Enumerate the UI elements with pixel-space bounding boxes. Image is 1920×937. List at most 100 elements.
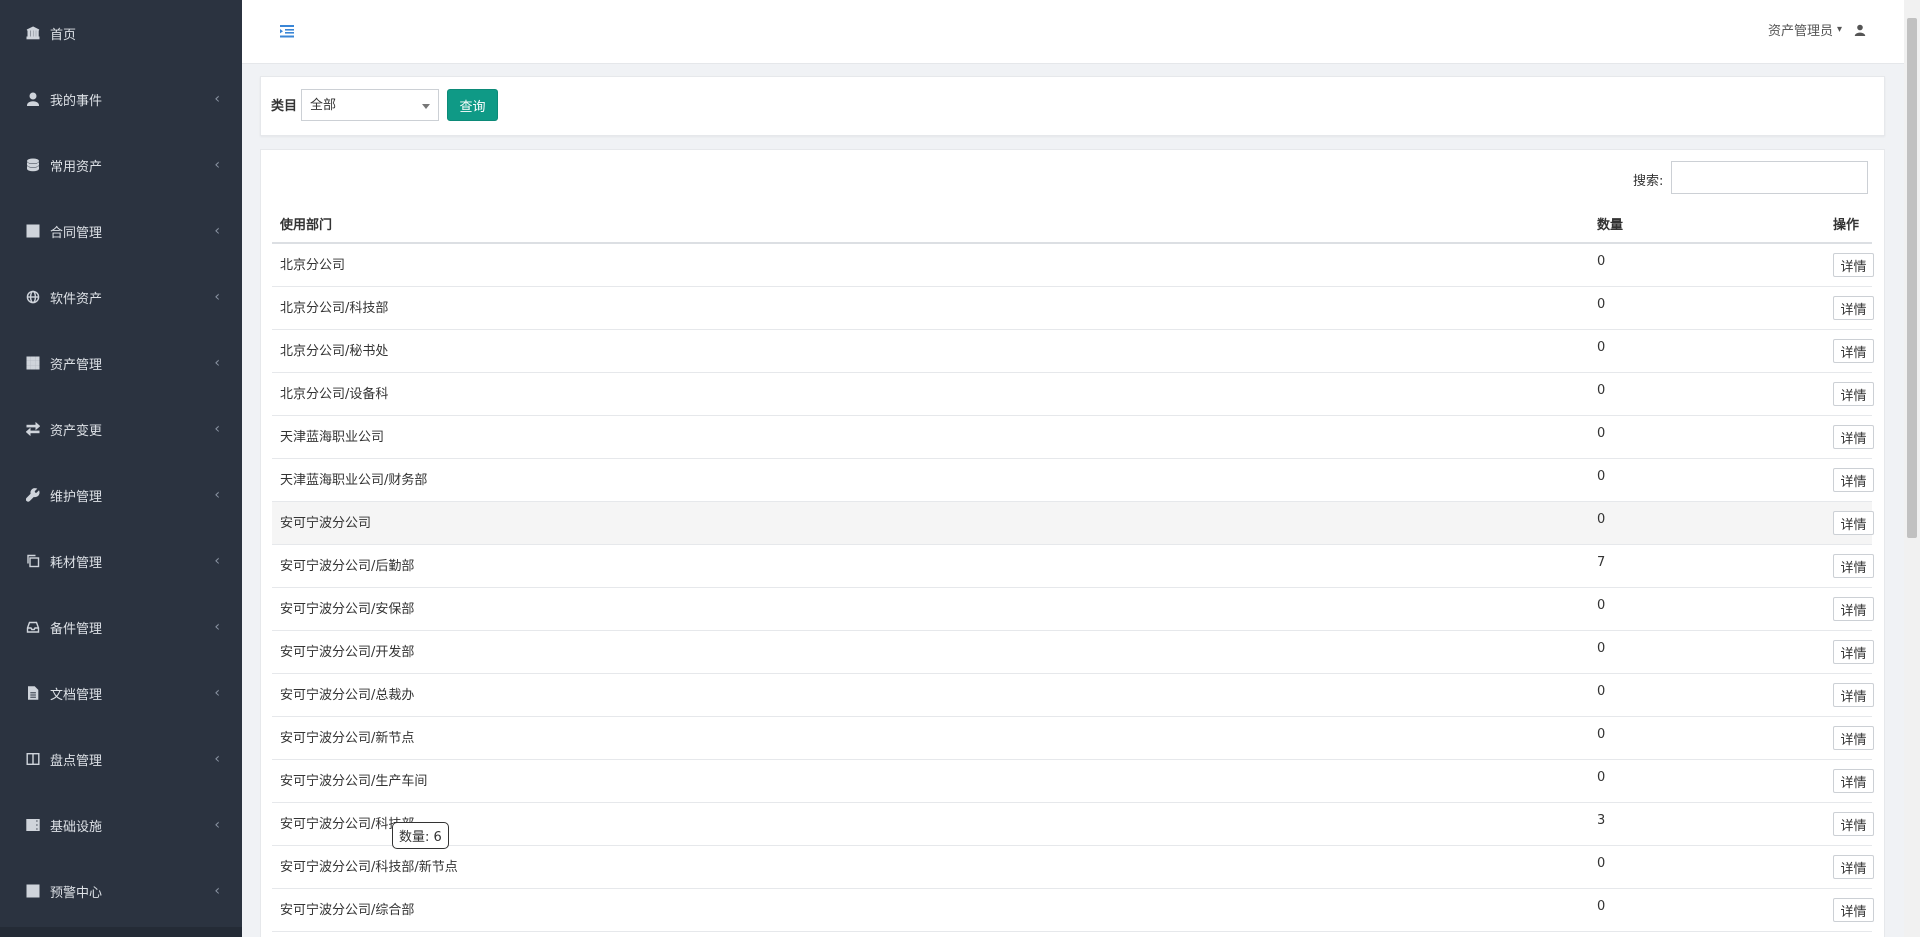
sidebar-item-3[interactable]: 合同管理 ‹ — [0, 198, 242, 264]
table-row: 北京分公司/设备科 0 详情 — [272, 373, 1874, 416]
wrench-icon — [26, 488, 40, 502]
detail-button[interactable]: 详情 — [1833, 339, 1874, 363]
page-scrollbar[interactable] — [1904, 0, 1920, 937]
table-panel: 搜索: 使用部门 数量 操作 北京分公司 0 详情 北京分公司/科技部 0 详情 北京分公司… — [260, 149, 1885, 937]
user-menu[interactable]: 资产管理员 ▾ — [1768, 20, 1866, 39]
quantity-cell: 0 — [1597, 598, 1606, 613]
category-select[interactable]: 全部 — [301, 89, 439, 121]
detail-button[interactable]: 详情 — [1833, 468, 1874, 492]
apps-icon — [26, 356, 40, 370]
detail-button[interactable]: 详情 — [1833, 554, 1874, 578]
indent-icon — [280, 25, 294, 38]
department-cell: 安可宁波分公司/新节点 — [280, 731, 415, 746]
quantity-cell: 0 — [1597, 297, 1606, 312]
detail-button[interactable]: 详情 — [1833, 769, 1874, 793]
detail-button[interactable]: 详情 — [1833, 296, 1874, 320]
sidebar-item-11[interactable]: 盘点管理 ‹ — [0, 726, 242, 792]
chevron-left-icon: ‹ — [214, 487, 220, 503]
chevron-left-icon: ‹ — [214, 289, 220, 305]
detail-button[interactable]: 详情 — [1833, 640, 1874, 664]
copy-icon — [26, 554, 40, 568]
sidebar-item-label: 基础设施 — [50, 819, 103, 835]
chevron-left-icon: ‹ — [214, 883, 220, 899]
sidebar-item-0[interactable]: 首页 — [0, 0, 242, 66]
table-row: 安可宁波分公司/综合部 0 详情 — [272, 889, 1874, 932]
column-header-quantity[interactable]: 数量 — [1597, 214, 1623, 233]
chevron-left-icon: ‹ — [214, 91, 220, 107]
column-header-department[interactable]: 使用部门 — [280, 214, 332, 233]
chevron-left-icon: ‹ — [214, 355, 220, 371]
sidebar-item-label: 盘点管理 — [50, 753, 103, 769]
detail-button[interactable]: 详情 — [1833, 898, 1874, 922]
sidebar-item-label: 我的事件 — [50, 93, 103, 109]
table-row: 安可宁波分公司/科技部/新节点 0 详情 — [272, 846, 1874, 889]
quantity-cell: 0 — [1597, 340, 1606, 355]
sidebar-item-label: 耗材管理 — [50, 555, 103, 571]
bank-icon — [26, 26, 40, 40]
sidebar-item-label: 文档管理 — [50, 687, 103, 703]
table-row: 北京分公司 0 详情 — [272, 244, 1874, 287]
quantity-cell: 7 — [1597, 555, 1606, 570]
quantity-cell: 0 — [1597, 770, 1606, 785]
sidebar-item-12[interactable]: 基础设施 ‹ — [0, 792, 242, 858]
chevron-left-icon: ‹ — [214, 685, 220, 701]
sidebar-item-label: 备件管理 — [50, 621, 103, 637]
sidebar-toggle-button[interactable] — [278, 22, 296, 40]
sidebar-item-1[interactable]: 我的事件 ‹ — [0, 66, 242, 132]
quantity-cell: 0 — [1597, 899, 1606, 914]
detail-button[interactable]: 详情 — [1833, 683, 1874, 707]
detail-button[interactable]: 详情 — [1833, 511, 1874, 535]
detail-button[interactable]: 详情 — [1833, 382, 1874, 406]
detail-button[interactable]: 详情 — [1833, 812, 1874, 836]
sidebar-item-7[interactable]: 维护管理 ‹ — [0, 462, 242, 528]
table-row: 安可宁波分公司/安保部 0 详情 — [272, 588, 1874, 631]
quantity-cell: 0 — [1597, 254, 1606, 269]
category-label: 类目 — [271, 99, 298, 114]
detail-button[interactable]: 详情 — [1833, 425, 1874, 449]
table-row: 安可宁波分公司/科技部 3 详情 — [272, 803, 1874, 846]
quantity-cell: 0 — [1597, 426, 1606, 441]
user-name: 资产管理员 — [1767, 24, 1833, 39]
department-cell: 安可宁波分公司 — [280, 516, 372, 531]
sidebar-item-4[interactable]: 软件资产 ‹ — [0, 264, 242, 330]
sidebar-item-2[interactable]: 常用资产 ‹ — [0, 132, 242, 198]
category-select-value: 全部 — [310, 98, 337, 113]
department-cell: 安可宁波分公司/安保部 — [280, 602, 415, 617]
detail-button[interactable]: 详情 — [1833, 597, 1874, 621]
sidebar-item-label: 合同管理 — [50, 225, 103, 241]
quantity-cell: 0 — [1597, 641, 1606, 656]
sidebar-item-label: 首页 — [50, 27, 77, 43]
quantity-cell: 0 — [1597, 727, 1606, 742]
department-cell: 安可宁波分公司/总裁办 — [280, 688, 415, 703]
user-icon — [1854, 24, 1866, 36]
exchange-icon — [26, 422, 40, 436]
chevron-left-icon: ‹ — [214, 553, 220, 569]
quantity-cell: 0 — [1597, 684, 1606, 699]
search-input[interactable] — [1671, 161, 1868, 194]
detail-button[interactable]: 详情 — [1833, 855, 1874, 879]
scrollbar-thumb[interactable] — [1907, 18, 1917, 538]
sidebar-footer — [0, 927, 242, 937]
sidebar-item-9[interactable]: 备件管理 ‹ — [0, 594, 242, 660]
query-button[interactable]: 查询 — [447, 89, 498, 121]
sidebar-item-13[interactable]: 预警中心 ‹ — [0, 858, 242, 924]
sidebar-item-10[interactable]: 文档管理 ‹ — [0, 660, 242, 726]
file-icon — [26, 686, 40, 700]
table-body: 北京分公司 0 详情 北京分公司/科技部 0 详情 北京分公司/秘书处 0 详情 北京分公司/设备… — [272, 244, 1874, 932]
table-row: 安可宁波分公司/开发部 0 详情 — [272, 631, 1874, 674]
detail-button[interactable]: 详情 — [1833, 253, 1874, 277]
quantity-cell: 0 — [1597, 383, 1606, 398]
sidebar-item-5[interactable]: 资产管理 ‹ — [0, 330, 242, 396]
quantity-cell: 0 — [1597, 512, 1606, 527]
detail-button[interactable]: 详情 — [1833, 726, 1874, 750]
table-row: 安可宁波分公司/新节点 0 详情 — [272, 717, 1874, 760]
sidebar-item-6[interactable]: 资产变更 ‹ — [0, 396, 242, 462]
search-label: 搜索: — [1633, 174, 1664, 189]
department-cell: 北京分公司 — [280, 258, 346, 273]
department-cell: 安可宁波分公司/后勤部 — [280, 559, 415, 574]
chevron-left-icon: ‹ — [214, 223, 220, 239]
sidebar-item-label: 预警中心 — [50, 885, 103, 901]
sidebar-item-8[interactable]: 耗材管理 ‹ — [0, 528, 242, 594]
department-cell: 安可宁波分公司/开发部 — [280, 645, 415, 660]
table-row: 北京分公司/秘书处 0 详情 — [272, 330, 1874, 373]
